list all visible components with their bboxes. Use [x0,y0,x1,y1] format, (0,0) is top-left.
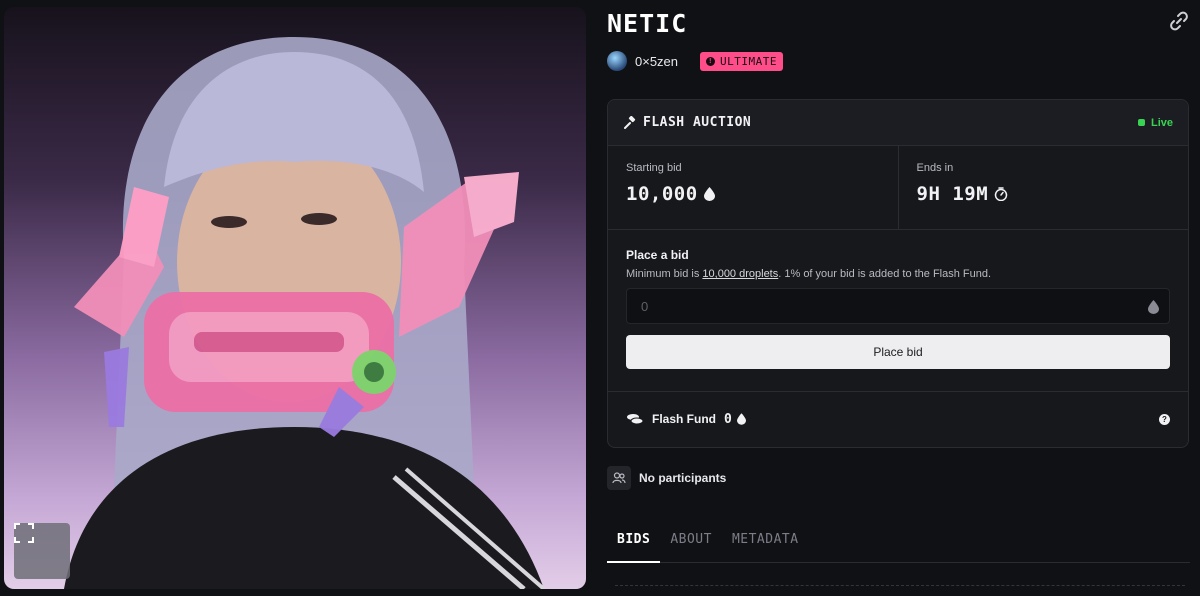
live-indicator-icon [1137,119,1145,126]
ends-in-value-row: 9H 19M [917,183,1171,205]
ends-in-label: Ends in [916,162,954,174]
bid-amount-input[interactable] [627,289,1169,323]
place-bid-title: Place a bid [626,248,689,262]
owner-row: 0×5zen ! ULTIMATE [607,50,783,72]
timer-icon [994,187,1008,201]
gavel-icon [624,115,636,129]
detail-tabs: BIDS ABOUT METADATA [607,522,1190,563]
avatar[interactable] [607,51,627,71]
starting-bid-value-row: 10,000 [626,183,880,205]
fullscreen-button[interactable] [14,523,70,579]
min-bid-link[interactable]: 10,000 droplets [702,268,778,280]
flash-auction-card: FLASH AUCTION Live Starting bid 10,000 E… [607,99,1189,448]
bid-input-wrapper [626,288,1170,324]
place-bid-button[interactable]: Place bid [626,335,1170,369]
flash-fund-value: 0 [724,411,732,427]
badge-icon: ! [706,56,716,66]
place-bid-section: Place a bid Minimum bid is 10,000 drople… [608,230,1188,392]
coins-icon [627,414,644,425]
flash-fund-label: Flash Fund [652,412,716,426]
note-suffix: . 1% of your bid is added to the Flash F… [778,268,992,280]
droplet-icon [1148,300,1159,314]
tab-metadata[interactable]: METADATA [722,522,809,563]
starting-bid-stat: Starting bid 10,000 [608,146,898,229]
starting-bid-value: 10,000 [626,183,698,205]
droplet-icon [703,187,715,201]
help-icon[interactable]: ? [1159,413,1170,425]
droplet-icon [736,413,746,425]
note-prefix: Minimum bid is [626,268,703,280]
flash-fund-row: Flash Fund 0 ? [608,392,1188,446]
nft-title: NETIC [607,9,688,38]
card-header: FLASH AUCTION Live [608,100,1188,146]
owner-name[interactable]: 0×5zen [635,54,678,69]
fullscreen-icon [14,523,34,543]
minimum-bid-note: Minimum bid is 10,000 droplets. 1% of yo… [626,268,1170,280]
auction-stats: Starting bid 10,000 Ends in 9H 19M [608,146,1188,230]
flash-fund-value-row: 0 [724,412,746,427]
users-icon [607,466,631,490]
nft-artwork[interactable] [4,7,586,589]
ends-in-value: 9H 19M [916,183,989,205]
card-title: FLASH AUCTION [643,115,752,130]
link-icon[interactable] [1169,11,1189,31]
participants-text: No participants [639,471,727,485]
starting-bid-label: Starting bid [626,162,682,174]
tab-about[interactable]: ABOUT [660,522,722,563]
artwork-image [64,37,546,589]
live-status: Live [1137,116,1173,129]
participants-row: No participants [607,466,726,490]
ends-in-stat: Ends in 9H 19M [897,146,1189,229]
rarity-badge-label: ULTIMATE [720,54,777,68]
rarity-badge: ! ULTIMATE [700,51,783,71]
tab-bids[interactable]: BIDS [607,522,661,563]
live-label: Live [1150,116,1173,129]
tab-content-divider [615,585,1185,596]
